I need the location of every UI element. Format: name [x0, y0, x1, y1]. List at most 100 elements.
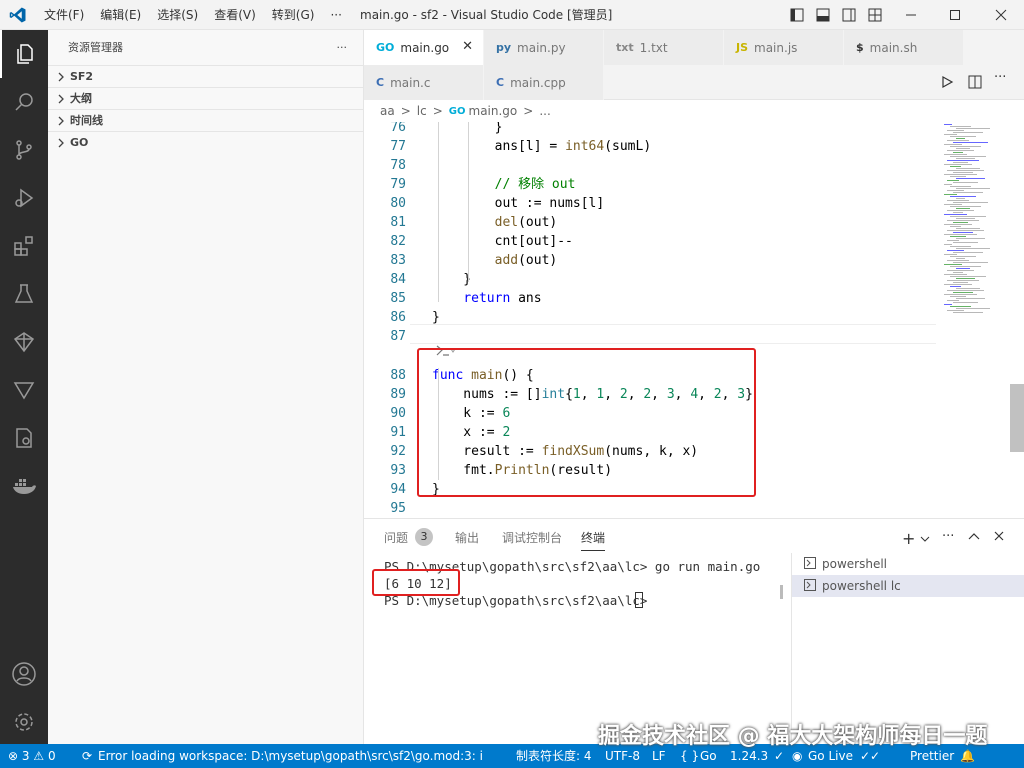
search-icon[interactable] [0, 78, 48, 126]
minimap-line [944, 274, 967, 275]
menu-selection[interactable]: 选择(S) [149, 0, 206, 30]
tab-main-go[interactable]: GO main.go ✕ [364, 30, 484, 65]
editor-more-icon[interactable]: ··· [994, 70, 1006, 85]
close-window-icon[interactable] [984, 0, 1018, 30]
close-panel-icon[interactable] [994, 530, 1004, 544]
section-timeline[interactable]: 时间线 [48, 109, 363, 131]
customize-layout-icon[interactable] [858, 0, 892, 30]
menu-goto[interactable]: 转到(G) [264, 0, 323, 30]
extensions-icon[interactable] [0, 222, 48, 270]
workspace-error-message[interactable]: Error loading workspace: D:\mysetup\gopa… [98, 744, 482, 768]
minimap-line [947, 210, 974, 211]
terminal-item-powershell[interactable]: powershell [792, 553, 1024, 575]
activity-bar [0, 30, 48, 744]
panel-tab-problems[interactable]: 问题 [384, 529, 408, 546]
menu-file[interactable]: 文件(F) [36, 0, 92, 30]
editor-scrollbar[interactable] [1010, 384, 1024, 452]
maximize-icon[interactable] [938, 0, 972, 30]
docker-icon[interactable] [0, 462, 48, 510]
warning-count: 0 [47, 749, 56, 763]
section-outline[interactable]: 大纲 [48, 87, 363, 109]
minimap[interactable] [940, 122, 1010, 322]
menu-view[interactable]: 查看(V) [206, 0, 264, 30]
minimap-line [947, 310, 964, 311]
terminal-item-powershell-lc[interactable]: powershell lc [792, 575, 1024, 597]
split-editor-icon[interactable] [968, 75, 982, 92]
docker-settings-icon[interactable] [0, 414, 48, 462]
line-number: 89 [390, 387, 406, 402]
section-label: 时间线 [70, 113, 103, 127]
minimap-line [944, 214, 967, 215]
minimap-line [950, 156, 986, 157]
minimap-line [947, 260, 969, 261]
explorer-icon[interactable] [0, 30, 48, 78]
section-sf2[interactable]: SF2 [48, 65, 363, 87]
manage-gear-icon[interactable] [0, 698, 48, 746]
close-tab-icon[interactable]: ✕ [462, 39, 473, 54]
breadcrumb-symbols[interactable]: ... [539, 104, 550, 118]
minimap-line [953, 312, 983, 313]
tab-label: main.js [754, 40, 798, 55]
testing-icon[interactable] [0, 270, 48, 318]
go-outline-icon[interactable] [0, 366, 48, 414]
terminal-list: powershell powershell lc [791, 553, 1024, 743]
panel-tab-output[interactable]: 输出 [455, 529, 479, 546]
tab-main-c[interactable]: Cmain.c [364, 65, 484, 100]
source-control-icon[interactable] [0, 126, 48, 174]
bottom-panel: 问题 3 输出 调试控制台 终端 + ··· PS D:\mysetup\gop… [364, 518, 1024, 744]
sidebar-more-icon[interactable]: ··· [337, 30, 348, 65]
code-editor[interactable]: 76 } 77 ans[l] = int64(sumL) 78 79 // 移除 ou… [364, 122, 1024, 518]
minimize-icon[interactable] [894, 0, 928, 30]
breadcrumb-main-go[interactable]: main.go [469, 104, 518, 118]
panel-tab-debug-console[interactable]: 调试控制台 [502, 529, 562, 546]
panel-more-icon[interactable]: ··· [942, 529, 954, 544]
tab-label: main.sh [869, 40, 918, 55]
breadcrumb-aa[interactable]: aa [380, 104, 395, 118]
tab-main-py[interactable]: py main.py [484, 30, 604, 65]
terminal-cursor [635, 592, 643, 608]
menu-more[interactable]: ··· [322, 0, 349, 30]
warning-icon: ⚠ [33, 749, 45, 763]
problems-status[interactable]: ⊗ 3 ⚠ 0 [8, 744, 56, 768]
remote-explorer-icon[interactable] [0, 318, 48, 366]
tab-label: main.cpp [510, 75, 566, 90]
minimap-line [950, 256, 976, 257]
tab-main-sh[interactable]: $ main.sh [844, 30, 964, 65]
minimap-line [956, 188, 990, 189]
indentation-status[interactable]: 制表符长度: 4 [516, 744, 592, 768]
minimap-line [950, 186, 971, 187]
minimap-line [944, 244, 952, 245]
line-number: 92 [390, 444, 406, 459]
minimap-line [944, 204, 962, 205]
terminal-sash[interactable] [780, 585, 783, 599]
tab-main-cpp[interactable]: Cmain.cpp [484, 65, 604, 100]
error-icon: ⊗ [8, 749, 19, 763]
tab-1-txt[interactable]: txt 1.txt [604, 30, 724, 65]
minimap-line [944, 264, 962, 265]
minimap-line [956, 248, 990, 249]
tab-main-js[interactable]: JS main.js [724, 30, 844, 65]
line-number: 78 [390, 158, 406, 173]
code-line: del(out) [494, 215, 558, 230]
chevron-right-icon [54, 94, 68, 104]
minimap-line [944, 224, 972, 225]
new-terminal-icon[interactable]: + [902, 529, 915, 548]
run-debug-icon[interactable] [0, 174, 48, 222]
code-line: ans[l] = int64(sumL) [432, 139, 652, 154]
maximize-panel-icon[interactable] [968, 530, 980, 544]
vscode-logo-icon[interactable] [0, 0, 36, 30]
cpp-file-icon: C [496, 76, 505, 89]
panel-tab-terminal[interactable]: 终端 [581, 529, 606, 551]
minimap-line [950, 266, 981, 267]
run-file-icon[interactable] [940, 75, 954, 92]
menu-edit[interactable]: 编辑(E) [92, 0, 149, 30]
minimap-line [947, 280, 979, 281]
section-go[interactable]: GO [48, 131, 363, 153]
minimap-line [947, 230, 984, 231]
breadcrumb-separator: > [523, 104, 534, 118]
line-number: 91 [390, 425, 406, 440]
account-icon[interactable] [0, 650, 48, 698]
sidebar-title: 资源管理器 [68, 41, 123, 54]
breadcrumb-lc[interactable]: lc [417, 104, 427, 118]
terminal-dropdown-icon[interactable] [920, 532, 930, 546]
